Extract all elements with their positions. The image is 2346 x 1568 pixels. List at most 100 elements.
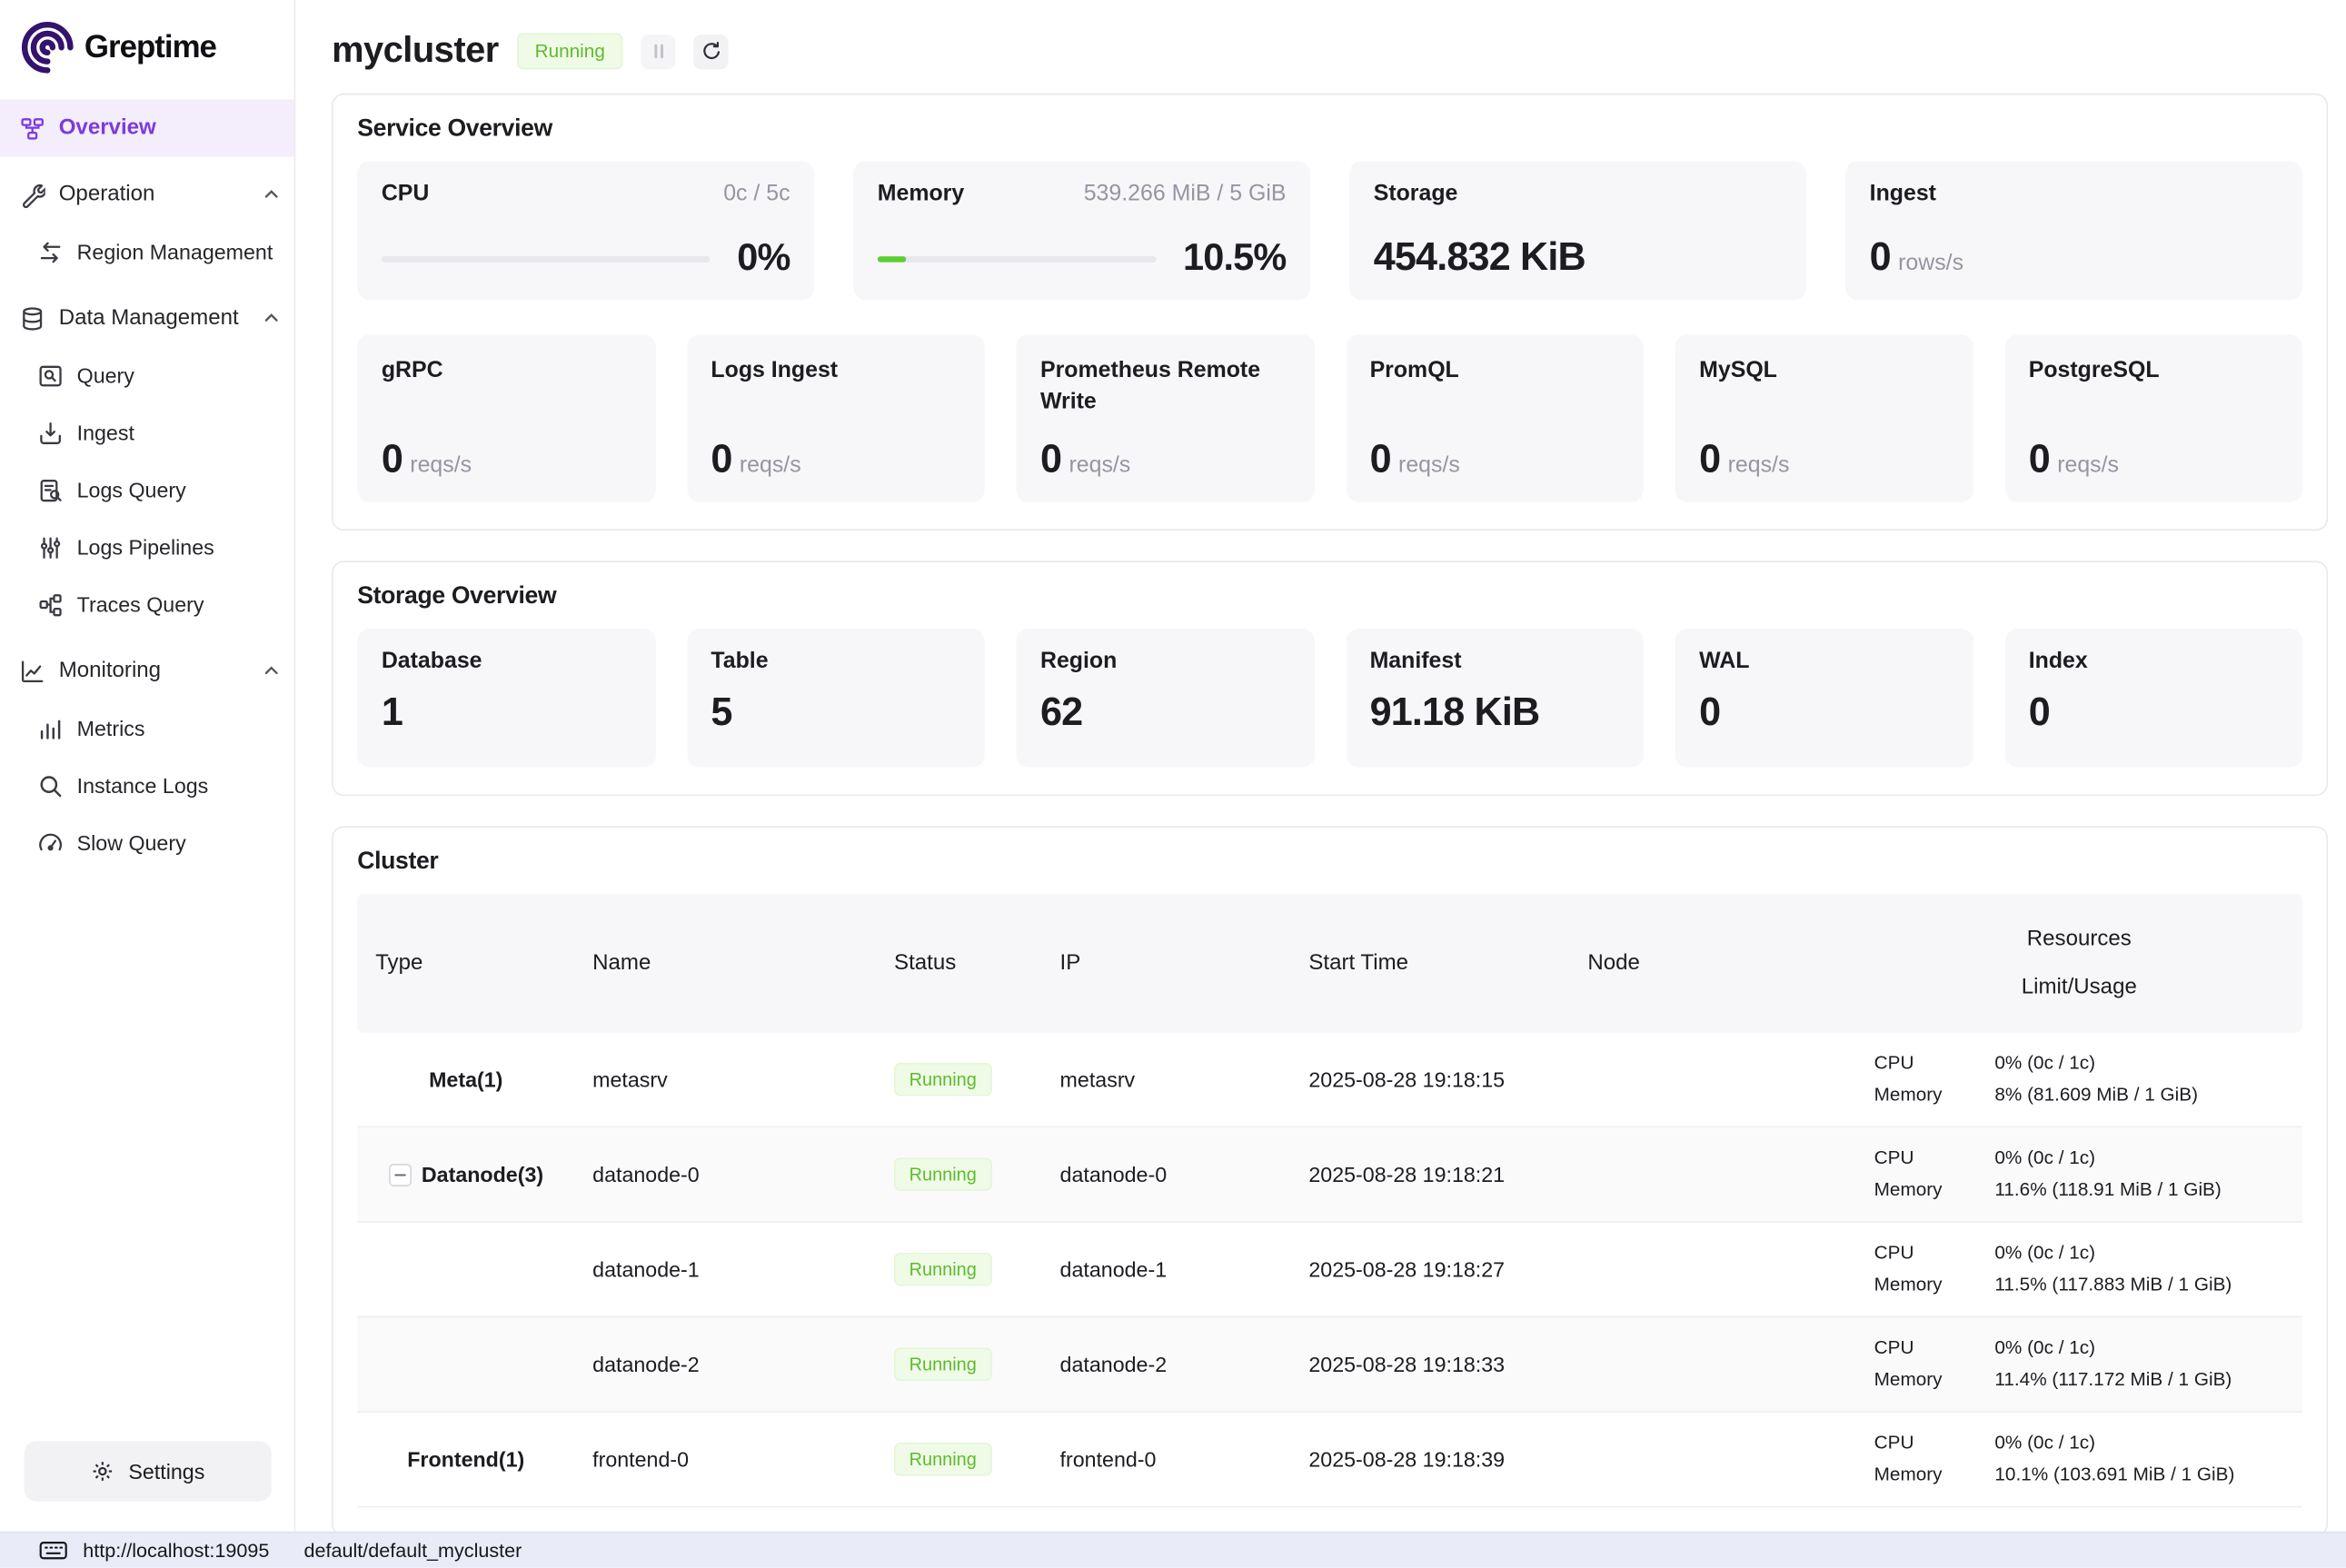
memory-progress — [878, 255, 1156, 262]
status-badge: Running — [894, 1063, 991, 1097]
rate-label: gRPC — [382, 354, 608, 386]
cpu-quota: 0c / 5c — [723, 181, 790, 206]
col-node: Node — [1569, 894, 1855, 1033]
sidebar-item-operation[interactable]: Operation — [0, 166, 294, 223]
storage-overview-card: Storage Overview Database 1 Table 5 Regi… — [332, 561, 2328, 796]
memory-tile: Memory 539.266 MiB / 5 GiB 10.5% — [853, 162, 1310, 301]
collapse-toggle[interactable] — [388, 1163, 411, 1186]
sidebar-item-slow-query[interactable]: Slow Query — [0, 814, 294, 871]
ingest-unit: rows/s — [1898, 250, 1963, 275]
pause-icon — [648, 41, 669, 62]
col-type: Type — [357, 894, 574, 1033]
stat-value: 0 — [1699, 689, 1949, 735]
stat-label: Manifest — [1370, 649, 1620, 674]
sidebar-item-label: Overview — [59, 116, 156, 141]
sidebar: Greptime Overview Operation Region Manag… — [0, 0, 295, 1568]
col-resources-label: Resources — [2027, 928, 2132, 952]
status-badge: Running — [894, 1348, 991, 1382]
row-name: datanode-2 — [574, 1352, 876, 1376]
sidebar-item-label: Logs Query — [77, 478, 186, 502]
wal-tile: WAL 0 — [1675, 629, 1973, 768]
sidebar-item-logs-query[interactable]: Logs Query — [0, 461, 294, 519]
col-ip: IP — [1042, 894, 1291, 1033]
main-content[interactable]: mycluster Running Service Overview CPU 0… — [295, 0, 2346, 1568]
metrics-icon — [37, 715, 63, 740]
row-type: Meta(1) — [357, 1067, 574, 1092]
row-resource-labels: CPU Memory — [1856, 1047, 1977, 1111]
row-ip: metasrv — [1042, 1067, 1291, 1092]
sidebar-item-region-management[interactable]: Region Management — [0, 223, 294, 281]
table-row-metasrv: Meta(1) metasrv Running metasrv 2025-08-… — [357, 1033, 2302, 1128]
row-ip: frontend-0 — [1042, 1447, 1291, 1472]
sidebar-item-label: Metrics — [77, 716, 145, 740]
row-ip: datanode-0 — [1042, 1162, 1291, 1186]
query-icon — [37, 362, 63, 388]
stat-label: WAL — [1699, 649, 1949, 674]
stat-label: Database — [382, 649, 631, 674]
slow-query-icon — [37, 829, 63, 855]
settings-button[interactable]: Settings — [25, 1441, 272, 1501]
sidebar-item-label: Ingest — [77, 421, 134, 445]
memory-percent: 10.5% — [1183, 237, 1286, 281]
row-start-time: 2025-08-28 19:18:27 — [1290, 1257, 1569, 1282]
ingest-label: Ingest — [1870, 181, 1936, 206]
row-start-time: 2025-08-28 19:18:39 — [1290, 1447, 1569, 1472]
rate-value: 0 — [382, 436, 403, 481]
sidebar-item-query[interactable]: Query — [0, 347, 294, 404]
row-resource-values: 0% (0c / 1c) 10.1% (103.691 MiB / 1 GiB) — [1976, 1427, 2301, 1491]
sidebar-item-label: Traces Query — [77, 592, 204, 617]
endpoint-url: http://localhost:19095 — [83, 1539, 269, 1562]
brand-name: Greptime — [84, 29, 216, 65]
stat-value: 91.18 KiB — [1370, 689, 1620, 735]
traces-query-icon — [37, 591, 63, 617]
rate-label: MySQL — [1699, 354, 1925, 386]
cpu-label: CPU — [382, 181, 430, 206]
storage-label: Storage — [1374, 181, 1458, 206]
rate-label: Prometheus Remote Write — [1040, 354, 1267, 418]
suspend-button[interactable] — [641, 34, 676, 68]
row-resource-values: 0% (0c / 1c) 11.6% (118.91 MiB / 1 GiB) — [1976, 1143, 2301, 1206]
grpc-tile: gRPC 0 reqs/s — [357, 334, 655, 501]
status-badge: Running — [894, 1443, 991, 1476]
promql-tile: PromQL 0reqs/s — [1346, 334, 1644, 501]
row-resource-values: 0% (0c / 1c) 8% (81.609 MiB / 1 GiB) — [1976, 1047, 2301, 1111]
service-overview-card: Service Overview CPU 0c / 5c 0% Memory — [332, 94, 2328, 531]
refresh-button[interactable] — [694, 34, 729, 68]
refresh-icon — [701, 41, 721, 62]
sidebar-item-logs-pipelines[interactable]: Logs Pipelines — [0, 519, 294, 576]
sidebar-item-ingest[interactable]: Ingest — [0, 404, 294, 461]
rate-unit: reqs/s — [1398, 452, 1460, 478]
sidebar-item-traces-query[interactable]: Traces Query — [0, 576, 294, 633]
cpu-progress — [382, 255, 711, 262]
table-tile: Table 5 — [687, 629, 985, 768]
sidebar-item-label: Query — [77, 363, 134, 388]
col-resources: Resources Limit/Usage — [1856, 894, 2302, 1033]
sidebar-item-label: Instance Logs — [77, 773, 209, 798]
rate-unit: reqs/s — [410, 452, 472, 478]
row-start-time: 2025-08-28 19:18:15 — [1290, 1067, 1569, 1092]
row-ip: datanode-1 — [1042, 1257, 1291, 1282]
service-overview-title: Service Overview — [357, 116, 2302, 144]
sidebar-item-label: Slow Query — [77, 830, 186, 855]
logs-query-icon — [37, 477, 63, 502]
row-resource-labels: CPU Memory — [1856, 1333, 1977, 1396]
cluster-card: Cluster Type Name Status IP Start Time N… — [332, 826, 2328, 1536]
database-tile: Database 1 — [357, 629, 655, 768]
brand-logo[interactable]: Greptime — [0, 0, 294, 100]
sidebar-item-monitoring[interactable]: Monitoring — [0, 642, 294, 700]
sidebar-item-data-management[interactable]: Data Management — [0, 290, 294, 347]
storage-tiles: Database 1 Table 5 Region 62 Manifest 91… — [357, 629, 2302, 768]
ingest-value: 0 — [1870, 233, 1891, 279]
rate-value: 0 — [1040, 436, 1061, 481]
wrench-icon — [20, 182, 45, 207]
table-row-datanode-1: datanode-1 Running datanode-1 2025-08-28… — [357, 1223, 2302, 1318]
sidebar-item-metrics[interactable]: Metrics — [0, 700, 294, 757]
sidebar-item-instance-logs[interactable]: Instance Logs — [0, 757, 294, 814]
rate-value: 0 — [711, 436, 731, 481]
stat-label: Index — [2029, 649, 2279, 674]
table-row-datanode-0: Datanode(3) datanode-0 Running datanode-… — [357, 1127, 2302, 1223]
memory-progress-fill — [878, 255, 907, 262]
sidebar-item-overview[interactable]: Overview — [0, 100, 294, 157]
settings-button-label: Settings — [128, 1459, 204, 1484]
rate-label: PromQL — [1370, 354, 1596, 386]
